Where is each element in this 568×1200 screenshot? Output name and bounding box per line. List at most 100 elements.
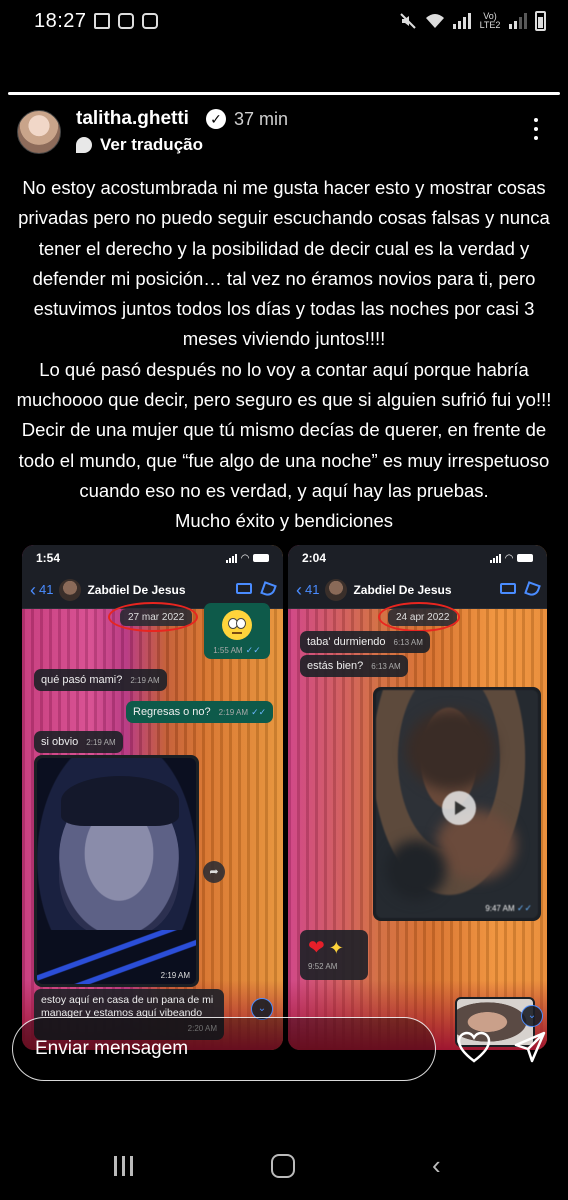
- signal-icon: [226, 553, 238, 563]
- chat-screenshot-right: 2:04 ◠ ‹ 41 Zabdiel De Jesus 24 apr 2022 …: [288, 545, 547, 1050]
- signal-icon: [453, 13, 471, 29]
- message-time: 1:55 AM: [213, 646, 243, 655]
- instagram-icon: [118, 13, 134, 29]
- more-dot-icon: [534, 136, 538, 140]
- signal-icon: [509, 13, 527, 29]
- network-label: Vo) LTE2: [479, 11, 501, 30]
- wifi-icon: ◠: [505, 552, 513, 564]
- contact-avatar: [325, 578, 348, 601]
- sparkles-emoji-icon: ✦: [328, 938, 344, 958]
- red-circle-annotation: [108, 602, 198, 632]
- message-text: Regresas o no?: [133, 706, 211, 718]
- back-button: ‹ 41: [296, 581, 319, 599]
- status-time: 18:27: [34, 10, 87, 32]
- message-bubble: Regresas o no? 2:19 AM ✓✓: [126, 701, 274, 723]
- back-count: 41: [39, 582, 54, 597]
- story-paragraph: Mucho éxito y bendiciones: [174, 510, 394, 532]
- message-time: 9:47 AM ✓✓: [485, 903, 532, 913]
- scroll-down-icon: ⌄: [521, 1005, 543, 1027]
- status-bar: 18:27 Vo) LTE2: [0, 0, 568, 44]
- photo-image: 2:19 AM: [37, 758, 196, 984]
- contact-name: Zabdiel De Jesus: [353, 582, 452, 597]
- back-count: 41: [305, 582, 320, 597]
- wifi-icon: ◠: [241, 552, 249, 564]
- battery-icon: [253, 554, 269, 562]
- video-call-icon: [500, 583, 516, 594]
- message-bubble: taba' durmiendo 6:13 AM: [300, 631, 430, 653]
- photo-hair: [61, 776, 179, 826]
- ios-status-bar: 1:54 ◠: [22, 545, 283, 571]
- phone-icon: [524, 581, 541, 598]
- message-bubble: 1:55 AM ✓✓: [204, 603, 270, 659]
- heart-emoji-icon: ❤: [308, 937, 325, 959]
- message-text: taba' durmiendo: [307, 636, 386, 648]
- read-ticks-icon: ✓✓: [245, 645, 261, 655]
- translate-bubble-icon: [76, 137, 92, 153]
- recents-icon[interactable]: [114, 1156, 133, 1176]
- story-paragraph: No estoy acostumbrada ni me gusta hacer …: [18, 177, 550, 350]
- story-paragraph: Decir de una mujer que tú mismo decías d…: [18, 419, 550, 501]
- photo-message: 2:19 AM: [34, 755, 199, 987]
- reply-message-input[interactable]: Enviar mensagem: [12, 1017, 436, 1081]
- rolling-eyes-emoji-icon: [222, 610, 252, 640]
- message-time: 2:19 AM: [130, 676, 160, 685]
- message-time: 2:19 AM: [160, 971, 190, 980]
- reply-placeholder: Enviar mensagem: [35, 1038, 189, 1059]
- message-time: 2:19 AM: [86, 738, 116, 747]
- instagram-icon: [142, 13, 158, 29]
- more-dot-icon: [534, 127, 538, 131]
- post-time: 37 min: [234, 109, 289, 129]
- story-progress-bar: [8, 92, 560, 95]
- message-time: 6:13 AM: [371, 662, 401, 671]
- blurred-video-thumbnail: 9:47 AM ✓✓: [376, 690, 538, 918]
- play-icon: [442, 791, 476, 825]
- more-options-button[interactable]: [524, 114, 548, 144]
- story-text: No estoy acostumbrada ni me gusta hacer …: [4, 173, 564, 537]
- status-right-icons: Vo) LTE2: [399, 11, 546, 31]
- message-bubble: estás bien? 6:13 AM: [300, 655, 408, 677]
- avatar[interactable]: [17, 110, 61, 154]
- system-nav-bar: ‹: [0, 1140, 568, 1200]
- send-icon[interactable]: [513, 1030, 547, 1064]
- username[interactable]: talitha.ghetti: [76, 108, 189, 130]
- video-message: 9:47 AM ✓✓: [373, 687, 541, 921]
- signal-icon: [490, 553, 502, 563]
- contact-avatar: [59, 578, 82, 601]
- ios-time: 2:04: [302, 551, 327, 565]
- battery-icon: [535, 11, 546, 31]
- message-time: 2:19 AM: [218, 708, 249, 717]
- red-circle-annotation: [378, 602, 460, 632]
- chat-screenshot-left: 1:54 ◠ ‹ 41 Zabdiel De Jesus 27 mar 2022 …: [22, 545, 283, 1050]
- message-bubble: ❤ ✦ 9:52 AM: [300, 930, 368, 980]
- contact-name: Zabdiel De Jesus: [87, 582, 186, 597]
- forward-icon: ➦: [203, 861, 225, 883]
- home-icon[interactable]: [271, 1154, 295, 1178]
- chevron-left-icon: ‹: [30, 579, 36, 600]
- verified-badge-icon: ✓: [206, 109, 226, 129]
- translate-label: Ver tradução: [100, 135, 203, 154]
- story-paragraph: Lo qué pasó después no lo voy a contar a…: [16, 358, 552, 411]
- message-bubble: si obvio 2:19 AM: [34, 731, 123, 753]
- wifi-icon: [426, 14, 444, 28]
- video-call-icon: [236, 583, 252, 594]
- phone-icon: [260, 581, 277, 598]
- message-time: 6:13 AM: [393, 638, 423, 647]
- gallery-icon: [94, 13, 110, 29]
- mute-icon: [400, 13, 416, 29]
- ios-status-bar: 2:04 ◠: [288, 545, 547, 571]
- battery-icon: [517, 554, 533, 562]
- status-left-icons: [94, 13, 158, 29]
- message-text: estoy aquí en casa de un pana de mi mana…: [41, 994, 214, 1019]
- read-ticks-icon: ✓✓: [251, 707, 267, 717]
- back-button: ‹ 41: [30, 581, 53, 599]
- read-ticks-icon: ✓✓: [516, 903, 532, 913]
- message-text: estás bien?: [307, 660, 364, 672]
- translate-button[interactable]: Ver tradução: [76, 135, 203, 155]
- back-icon[interactable]: ‹: [432, 1152, 454, 1178]
- chevron-left-icon: ‹: [296, 579, 302, 600]
- more-dot-icon: [534, 118, 538, 122]
- message-bubble: qué pasó mami? 2:19 AM: [34, 669, 167, 691]
- like-heart-icon[interactable]: [457, 1031, 491, 1065]
- message-text: qué pasó mami?: [41, 674, 123, 686]
- message-time: 9:52 AM: [308, 962, 338, 971]
